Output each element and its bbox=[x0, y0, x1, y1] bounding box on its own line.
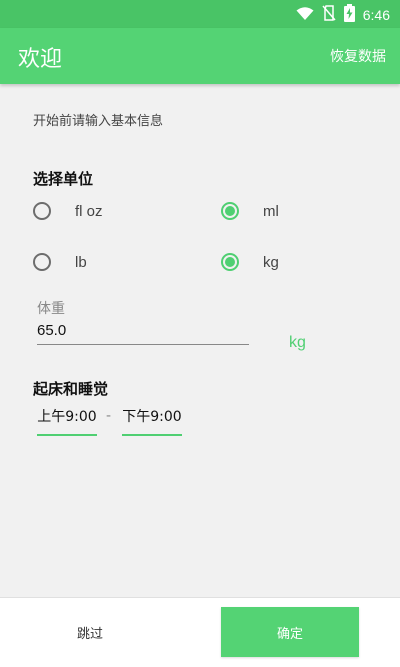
time-separator: - bbox=[106, 408, 112, 424]
app-bar: 欢迎 恢复数据 bbox=[0, 28, 400, 84]
bottom-bar: 跳过 确定 bbox=[0, 597, 400, 667]
wifi-icon bbox=[296, 6, 314, 25]
radio-button-checked[interactable] bbox=[221, 202, 239, 220]
unit-option-label: lb bbox=[75, 253, 87, 271]
confirm-button[interactable]: 确定 bbox=[221, 607, 359, 657]
status-icons: 6:46 bbox=[296, 4, 390, 26]
unit-option-fl-oz[interactable]: fl oz bbox=[33, 202, 103, 220]
radio-button[interactable] bbox=[33, 202, 51, 220]
unit-option-lb[interactable]: lb bbox=[33, 253, 87, 271]
radio-button[interactable] bbox=[33, 253, 51, 271]
unit-option-label: fl oz bbox=[75, 202, 103, 220]
sleep-time-field[interactable]: 下午9:00 bbox=[122, 406, 182, 436]
weight-unit: kg bbox=[289, 334, 306, 351]
status-bar: 6:46 bbox=[0, 0, 400, 28]
unit-option-label: ml bbox=[263, 202, 279, 220]
battery-charging-icon bbox=[343, 4, 355, 26]
status-time: 6:46 bbox=[362, 7, 390, 23]
units-title: 选择单位 bbox=[33, 170, 94, 188]
intro-text: 开始前请输入基本信息 bbox=[33, 114, 164, 129]
page-title: 欢迎 bbox=[18, 47, 63, 72]
radio-button-checked[interactable] bbox=[221, 253, 239, 271]
skip-button[interactable]: 跳过 bbox=[0, 598, 180, 667]
unit-option-label: kg bbox=[263, 253, 279, 271]
no-sim-icon bbox=[322, 5, 336, 25]
weight-label: 体重 bbox=[37, 301, 65, 317]
unit-option-kg[interactable]: kg bbox=[221, 253, 279, 271]
weight-input[interactable]: 65.0 bbox=[37, 322, 249, 345]
wake-time-field[interactable]: 上午9:00 bbox=[37, 406, 97, 436]
restore-data-button[interactable]: 恢复数据 bbox=[330, 46, 386, 66]
unit-option-ml[interactable]: ml bbox=[221, 202, 279, 220]
sleep-title: 起床和睡觉 bbox=[33, 380, 109, 398]
